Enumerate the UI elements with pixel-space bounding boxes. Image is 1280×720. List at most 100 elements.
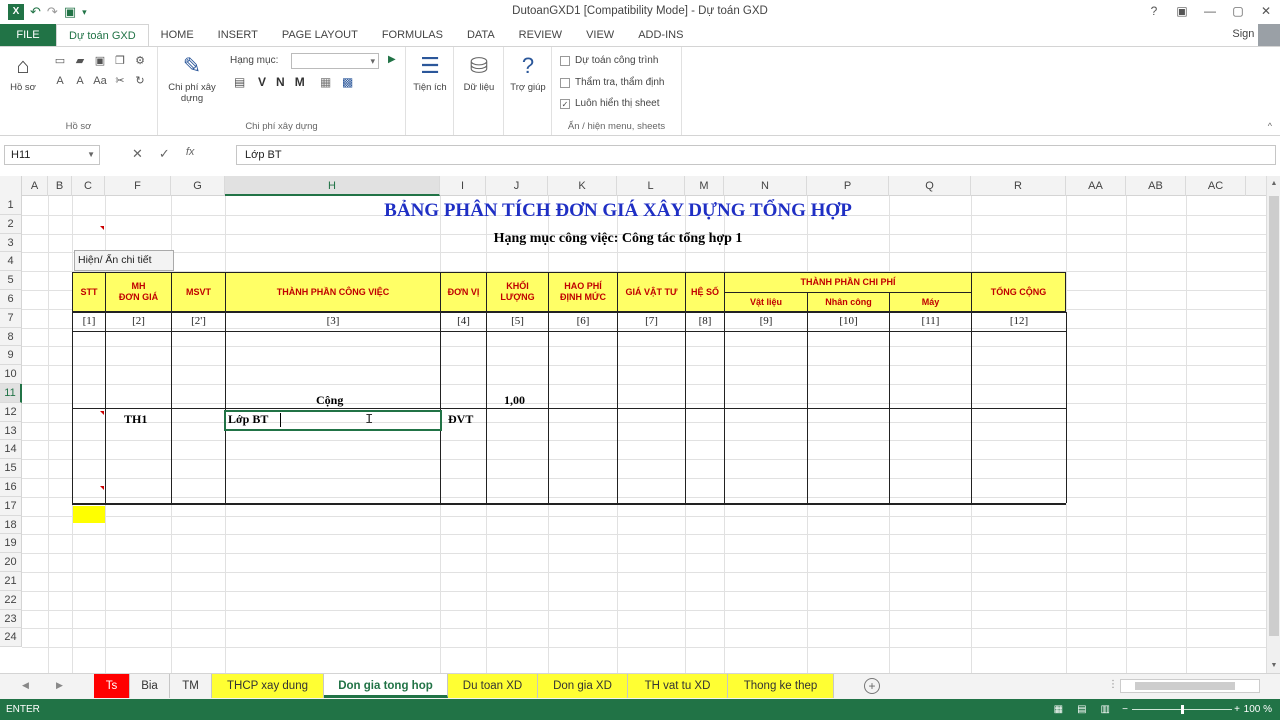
next-sheet-icon[interactable]: ▶ (56, 680, 63, 691)
cell-cong-label[interactable]: Cộng (316, 393, 343, 408)
sheet-tab-bia[interactable]: Bia (130, 674, 170, 698)
column-header-b[interactable]: B (48, 176, 72, 196)
row-header-17[interactable]: 17 (0, 496, 22, 516)
v-button[interactable]: V (258, 75, 266, 89)
header-stt[interactable]: STT (72, 272, 106, 312)
index-cell[interactable]: [9] (724, 312, 808, 332)
zoom-in-icon[interactable]: + (1234, 699, 1240, 720)
page-break-view-icon[interactable]: ▥ (1101, 699, 1110, 720)
m-button[interactable]: M (295, 75, 305, 89)
column-header-h[interactable]: H (225, 176, 440, 196)
row-header-16[interactable]: 16 (0, 478, 22, 497)
prev-sheet-icon[interactable]: ◀ (22, 680, 29, 691)
zoom-level[interactable]: 100 % (1244, 699, 1272, 720)
font-size-icon[interactable]: A (72, 73, 88, 89)
option-luon-hien-thi-sheet[interactable]: ✓ Luôn hiển thị sheet (560, 98, 660, 109)
tab-view[interactable]: VIEW (574, 24, 626, 46)
column-header-k[interactable]: K (548, 176, 617, 196)
help-icon[interactable]: ? (1140, 0, 1168, 22)
close-icon[interactable]: ✕ (1252, 0, 1280, 22)
row-header-6[interactable]: 6 (0, 290, 22, 309)
cancel-icon[interactable]: ✕ (132, 146, 143, 162)
header-thanh-phan-cong-viec[interactable]: THÀNH PHẦN CÔNG VIỆC (225, 272, 441, 312)
yellow-cell-c16[interactable] (73, 506, 105, 523)
index-cell[interactable]: [4] (440, 312, 487, 332)
row-header-3[interactable]: 3 (0, 233, 22, 253)
index-cell[interactable]: [10] (807, 312, 890, 332)
sheet-tab-don-gia-tong-hop[interactable]: Don gia tong hop (324, 674, 448, 698)
sheet-tab-thong-ke-thep[interactable]: Thong ke thep (728, 674, 834, 698)
avatar[interactable] (1258, 24, 1280, 46)
row-header-1[interactable]: 1 (0, 196, 22, 215)
index-cell[interactable]: [2] (105, 312, 172, 332)
horizontal-scrollbar[interactable] (1120, 679, 1260, 693)
hang-muc-select[interactable]: ▾ (291, 53, 379, 69)
header-don-vi[interactable]: ĐƠN VỊ (440, 272, 487, 312)
header-tong-cong[interactable]: TỔNG CỘNG (971, 272, 1066, 312)
index-cell[interactable]: [5] (486, 312, 549, 332)
save-icon[interactable]: ▣ (92, 53, 108, 69)
play-icon[interactable]: ▶ (388, 54, 396, 65)
tro-giup-button[interactable]: ? Trợ giúp (508, 53, 548, 93)
row-header-11[interactable]: 11 (0, 384, 22, 403)
column-header-f[interactable]: F (105, 176, 171, 196)
column-header-ac[interactable]: AC (1186, 176, 1246, 196)
collapse-ribbon-icon[interactable]: ^ (1268, 121, 1272, 131)
font-icon[interactable]: A (52, 73, 68, 89)
column-header-l[interactable]: L (617, 176, 685, 196)
row-header-12[interactable]: 12 (0, 402, 22, 422)
header-mh-don-gia[interactable]: MH ĐƠN GIÁ (105, 272, 172, 312)
row-header-19[interactable]: 19 (0, 534, 22, 554)
settings-icon[interactable]: ⚙ (132, 53, 148, 69)
toggle-detail-button[interactable]: Hiện/ Ẩn chi tiết (74, 250, 174, 271)
change-case-icon[interactable]: Aa (92, 73, 108, 89)
row-header-9[interactable]: 9 (0, 346, 22, 366)
vertical-scrollbar[interactable]: ▲ ▼ (1266, 176, 1280, 673)
refresh-icon[interactable]: ↻ (132, 73, 148, 89)
add-sheet-icon[interactable]: + (864, 678, 880, 694)
sheet-tab-tm[interactable]: TM (170, 674, 212, 698)
sheet-tab-th-vat-tu-xd[interactable]: TH vat tu XD (628, 674, 728, 698)
scroll-down-icon[interactable]: ▼ (1267, 662, 1280, 669)
h-scroll-thumb[interactable] (1135, 682, 1235, 690)
row-header-8[interactable]: 8 (0, 327, 22, 347)
new-file-icon[interactable]: ▭ (52, 53, 68, 69)
name-box[interactable]: H11 ▼ (4, 145, 100, 165)
row-header-24[interactable]: 24 (0, 628, 22, 648)
maximize-icon[interactable]: ▢ (1224, 0, 1252, 22)
image-icon[interactable]: ▦ (320, 75, 331, 89)
tab-formulas[interactable]: FORMULAS (370, 24, 455, 46)
row-header-14[interactable]: 14 (0, 440, 22, 460)
row-header-23[interactable]: 23 (0, 609, 22, 629)
cell-dvt[interactable]: ĐVT (448, 412, 473, 427)
ribbon-display-icon[interactable]: ▣ (1168, 0, 1196, 22)
header-may[interactable]: Máy (889, 292, 972, 312)
header-nhan-cong[interactable]: Nhân công (807, 292, 890, 312)
row-header-4[interactable]: 4 (0, 252, 22, 272)
minimize-icon[interactable]: — (1196, 0, 1224, 22)
tab-home[interactable]: HOME (149, 24, 206, 46)
index-cell[interactable]: [11] (889, 312, 972, 332)
sheet-tab-don-gia-xd[interactable]: Don gia XD (538, 674, 628, 698)
column-header-r[interactable]: R (971, 176, 1066, 196)
column-header-ab[interactable]: AB (1126, 176, 1186, 196)
row-header-20[interactable]: 20 (0, 553, 22, 572)
row-header-21[interactable]: 21 (0, 572, 22, 591)
index-cell[interactable]: [2'] (171, 312, 226, 332)
sheet-tab-du-toan-xd[interactable]: Du toan XD (448, 674, 538, 698)
grid-tool-icon[interactable]: ▩ (342, 75, 353, 89)
column-header-m[interactable]: M (685, 176, 724, 196)
index-cell[interactable]: [1] (72, 312, 106, 332)
column-header-g[interactable]: G (171, 176, 225, 196)
column-header-n[interactable]: N (724, 176, 807, 196)
row-header-7[interactable]: 7 (0, 308, 22, 328)
row-header-15[interactable]: 15 (0, 459, 22, 478)
index-cell[interactable]: [8] (685, 312, 725, 332)
column-header-j[interactable]: J (486, 176, 548, 196)
du-lieu-button[interactable]: ⛁ Dữ liệu (458, 53, 500, 93)
tab-add-ins[interactable]: ADD-INS (626, 24, 695, 46)
tien-ich-button[interactable]: ☰ Tiện ích (410, 53, 450, 93)
zoom-slider-knob[interactable] (1181, 705, 1184, 714)
ho-so-button[interactable]: ⌂ Hồ sơ (6, 53, 40, 93)
tab-insert[interactable]: INSERT (206, 24, 270, 46)
